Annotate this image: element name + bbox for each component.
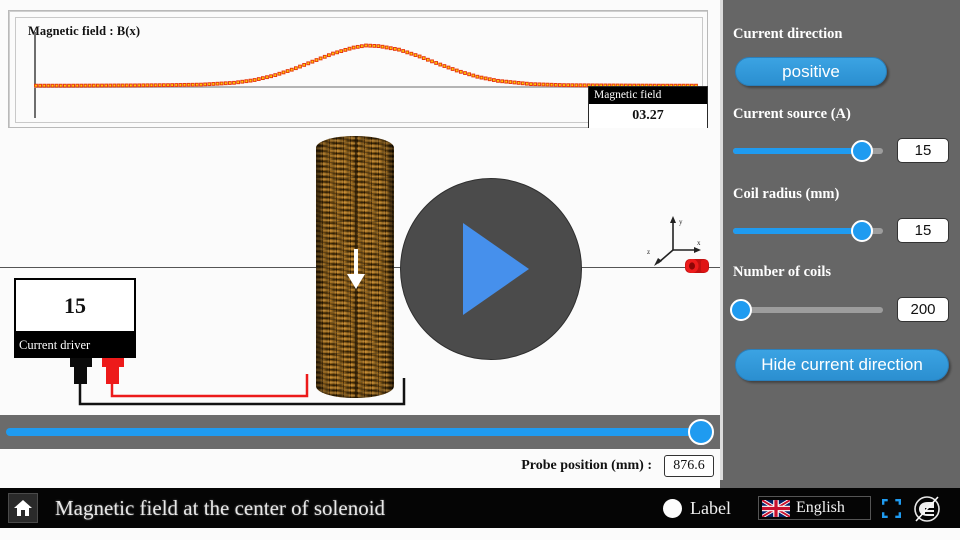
home-icon [14, 500, 32, 516]
coil-radius-label: Coil radius (mm) [733, 186, 840, 202]
number-of-coils-slider[interactable]: 200 [729, 296, 953, 324]
magnetic-field-readout-value: 03.27 [589, 104, 707, 128]
hide-current-direction-button[interactable]: Hide current direction [735, 349, 949, 381]
magnetic-field-readout: Magnetic field 03.27 [588, 86, 708, 128]
play-triangle-icon[interactable] [463, 223, 529, 315]
label-toggle-indicator[interactable] [663, 498, 682, 518]
terminal-negative-body [74, 367, 87, 384]
current-source-slider[interactable]: 15 [733, 137, 953, 165]
label-toggle-text: Label [690, 497, 731, 518]
current-direction-arrow-icon [347, 249, 365, 289]
brand-logo-icon[interactable] [912, 494, 942, 524]
fullscreen-icon[interactable] [882, 499, 901, 518]
panel-bottom-strip [720, 480, 960, 488]
current-driver-value: 15 [14, 278, 136, 333]
terminal-negative[interactable] [70, 358, 92, 384]
axis-label-z: z [647, 248, 650, 256]
terminal-negative-head [70, 358, 92, 367]
bottom-bar: Magnetic field at the center of solenoid… [0, 488, 960, 528]
coil-radius-knob[interactable] [851, 220, 873, 242]
label-toggle[interactable]: Label [663, 488, 731, 528]
app-stage: Magnetic field : B(x) Magnetic field 03.… [0, 0, 960, 540]
current-source-label: Current source (A) [733, 106, 851, 122]
terminal-positive-body [106, 367, 119, 384]
current-source-fill [733, 148, 862, 154]
coil-radius-value[interactable]: 15 [897, 218, 949, 243]
field-disc [400, 178, 582, 360]
language-label: English [796, 499, 845, 516]
current-direction-label: Current direction [733, 26, 843, 42]
current-direction-button[interactable]: positive [735, 57, 887, 86]
magnetic-field-readout-label: Magnetic field [589, 87, 707, 104]
number-of-coils-knob[interactable] [729, 299, 752, 321]
axis-label-y: y [679, 218, 683, 226]
simulation-area: Magnetic field : B(x) Magnetic field 03.… [0, 0, 720, 488]
current-driver-box: 15 Current driver [14, 278, 136, 358]
current-driver-label: Current driver [14, 333, 136, 358]
coil-radius-slider[interactable]: 15 [733, 217, 953, 245]
current-source-value[interactable]: 15 [897, 138, 949, 163]
current-source-knob[interactable] [851, 140, 873, 162]
number-of-coils-value[interactable]: 200 [897, 297, 949, 322]
language-selector[interactable]: English [758, 496, 871, 520]
coil-radius-fill [733, 228, 862, 234]
control-panel: Current direction positive Current sourc… [720, 0, 960, 488]
page-title: Magnetic field at the center of solenoid [55, 496, 386, 520]
terminal-positive-head [102, 358, 124, 367]
axis-label-x: x [697, 239, 701, 247]
number-of-coils-track[interactable] [733, 307, 883, 313]
home-button[interactable] [8, 493, 38, 523]
terminal-positive[interactable] [102, 358, 124, 384]
probe-sensor[interactable] [684, 256, 710, 276]
uk-flag-icon [762, 499, 790, 517]
circuit-wires [78, 374, 406, 406]
number-of-coils-label: Number of coils [733, 264, 832, 280]
